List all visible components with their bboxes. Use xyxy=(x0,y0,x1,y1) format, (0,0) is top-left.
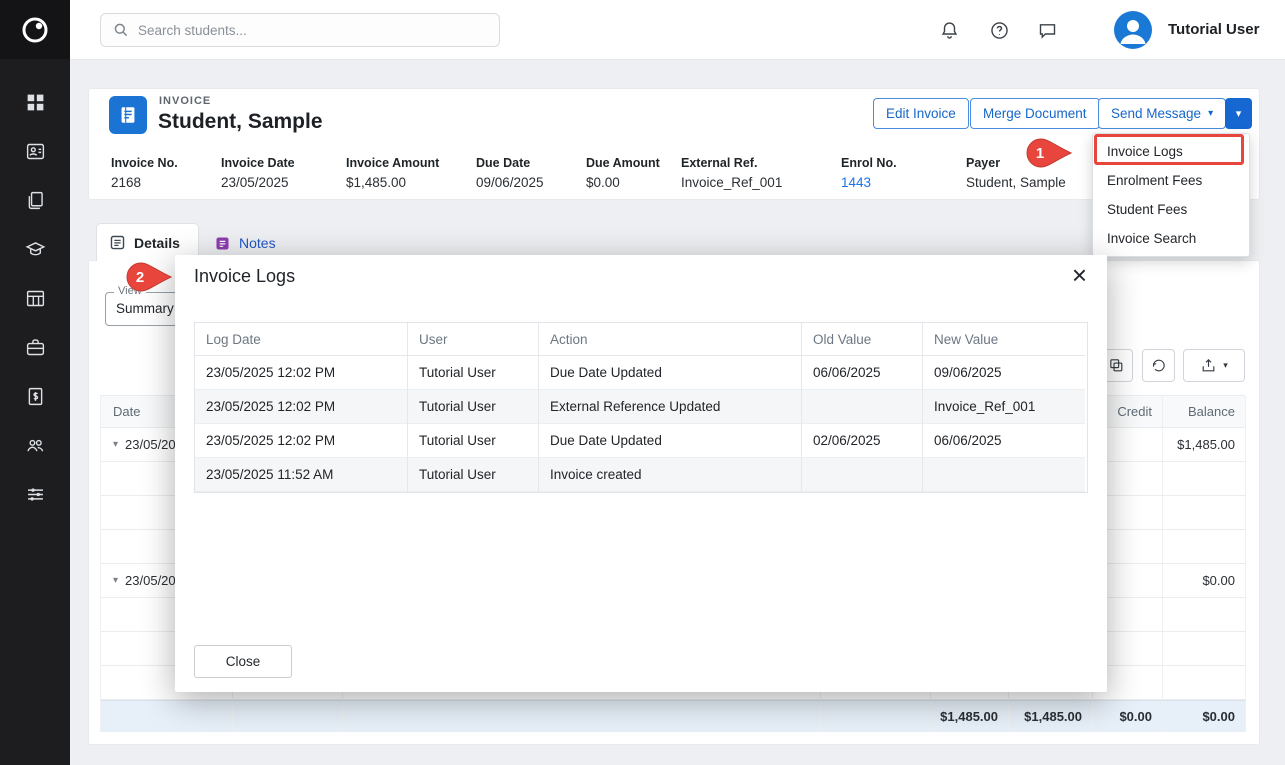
close-icon[interactable]: × xyxy=(1072,259,1087,293)
sliders-icon xyxy=(25,484,46,510)
field-external-ref: External Ref.Invoice_Ref_001 xyxy=(681,156,782,190)
field-invoice-date: Invoice Date23/05/2025 xyxy=(221,156,295,190)
log-row: 23/05/2025 12:02 PMTutorial UserDue Date… xyxy=(195,424,1087,458)
details-icon xyxy=(109,234,126,251)
chevron-down-icon: ▾ xyxy=(1223,360,1228,371)
app-logo-icon[interactable] xyxy=(0,0,70,59)
chat-icon xyxy=(1037,20,1058,41)
briefcase-icon xyxy=(25,337,46,363)
notifications-button[interactable] xyxy=(936,17,962,43)
invoice-header-card: INVOICE Student, Sample Edit Invoice Mer… xyxy=(88,88,1260,200)
sidebar xyxy=(0,0,70,765)
menu-item-student-fees[interactable]: Student Fees xyxy=(1093,195,1249,224)
sidebar-item-dashboard[interactable] xyxy=(0,80,70,129)
search-icon xyxy=(113,22,129,38)
user-name[interactable]: Tutorial User xyxy=(1168,21,1259,38)
invoice-icon xyxy=(109,96,147,134)
page-title: Student, Sample xyxy=(158,110,323,134)
sidebar-item-settings[interactable] xyxy=(0,472,70,521)
copy-icon xyxy=(1108,357,1125,374)
sidebar-item-services[interactable] xyxy=(0,325,70,374)
merge-document-button[interactable]: Merge Document xyxy=(970,98,1100,129)
send-message-dropdown: Invoice Logs Enrolment Fees Student Fees… xyxy=(1092,133,1250,257)
graduation-cap-icon xyxy=(25,239,46,265)
history-icon xyxy=(1150,357,1167,374)
search-input[interactable] xyxy=(138,23,487,38)
sidebar-item-courses[interactable] xyxy=(0,227,70,276)
chevron-down-icon: ▾ xyxy=(1236,107,1242,120)
view-select-label: View xyxy=(114,285,146,297)
chevron-down-icon: ▾ xyxy=(1208,108,1213,119)
students-icon xyxy=(25,141,46,167)
dashboard-icon xyxy=(25,92,46,118)
history-button[interactable] xyxy=(1142,349,1175,382)
record-type-label: INVOICE xyxy=(159,95,211,107)
field-due-amount: Due Amount$0.00 xyxy=(586,156,660,190)
close-button[interactable]: Close xyxy=(194,645,292,678)
tab-notes[interactable]: Notes xyxy=(214,228,300,258)
log-row: 23/05/2025 11:52 AMTutorial UserInvoice … xyxy=(195,458,1087,492)
people-icon xyxy=(25,435,46,461)
sidebar-item-documents[interactable] xyxy=(0,178,70,227)
field-invoice-no: Invoice No.2168 xyxy=(111,156,178,190)
field-invoice-amount: Invoice Amount$1,485.00 xyxy=(346,156,439,190)
menu-item-invoice-search[interactable]: Invoice Search xyxy=(1093,224,1249,253)
more-actions-button[interactable]: ▾ xyxy=(1225,98,1252,129)
enrol-no-link[interactable]: 1443 xyxy=(841,175,897,190)
topbar: Tutorial User xyxy=(70,0,1285,60)
invoice-logs-table: Log Date User Action Old Value New Value… xyxy=(194,322,1088,493)
send-message-button[interactable]: Send Message ▾ xyxy=(1098,98,1226,129)
help-button[interactable] xyxy=(986,17,1012,43)
menu-item-enrolment-fees[interactable]: Enrolment Fees xyxy=(1093,166,1249,195)
sidebar-item-community[interactable] xyxy=(0,423,70,472)
chevron-down-icon: ▾ xyxy=(113,575,118,586)
sidebar-item-finance[interactable] xyxy=(0,374,70,423)
log-row: 23/05/2025 12:02 PMTutorial UserDue Date… xyxy=(195,356,1087,390)
field-enrol-no: Enrol No.1443 xyxy=(841,156,897,190)
export-button[interactable]: ▾ xyxy=(1183,349,1245,382)
totals-row: $1,485.00 $1,485.00 $0.00 $0.00 xyxy=(101,700,1245,732)
invoice-logs-modal: Invoice Logs × Log Date User Action Old … xyxy=(175,255,1107,692)
menu-item-invoice-logs[interactable]: Invoice Logs xyxy=(1093,137,1249,166)
view-select-value: Summary xyxy=(116,301,174,316)
log-row: 23/05/2025 12:02 PMTutorial UserExternal… xyxy=(195,390,1087,424)
notes-icon xyxy=(214,235,231,252)
avatar[interactable] xyxy=(1114,11,1152,49)
chevron-down-icon: ▾ xyxy=(113,439,118,450)
export-icon xyxy=(1200,357,1217,374)
edit-invoice-button[interactable]: Edit Invoice xyxy=(873,98,969,129)
field-payer: PayerStudent, Sample xyxy=(966,156,1066,190)
documents-icon xyxy=(25,190,46,216)
help-icon xyxy=(989,20,1010,41)
sidebar-item-students[interactable] xyxy=(0,129,70,178)
user-icon xyxy=(1114,11,1152,49)
field-due-date: Due Date09/06/2025 xyxy=(476,156,544,190)
invoice-dollar-icon xyxy=(25,386,46,412)
bell-icon xyxy=(939,20,960,41)
log-table-header: Log Date User Action Old Value New Value xyxy=(195,323,1087,356)
chat-button[interactable] xyxy=(1034,17,1060,43)
sidebar-item-tables[interactable] xyxy=(0,276,70,325)
modal-title: Invoice Logs xyxy=(194,266,295,287)
search-box[interactable] xyxy=(100,13,500,47)
table-icon xyxy=(25,288,46,314)
col-header-balance: Balance xyxy=(1163,396,1246,428)
